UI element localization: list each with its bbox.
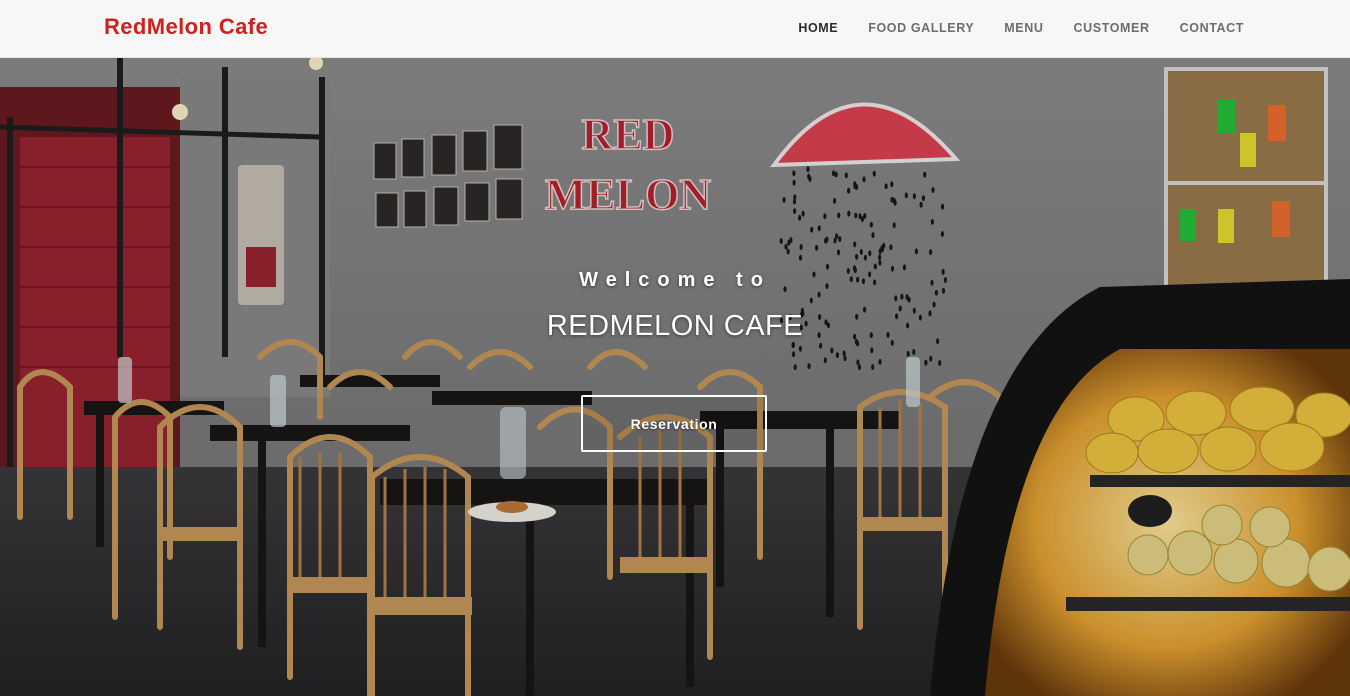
nav-item-home[interactable]: HOME [798,21,838,35]
nav-item-menu[interactable]: MENU [1004,21,1043,35]
nav-item-contact[interactable]: CONTACT [1180,21,1244,35]
top-navbar: RedMelon Cafe HOME FOOD GALLERY MENU CUS… [0,0,1350,58]
hero-section: RED MELON Welcome to REDMELON CAFE Reser… [0,57,1350,696]
reservation-button[interactable]: Reservation [581,395,767,452]
nav-item-customer[interactable]: CUSTOMER [1074,21,1150,35]
nav-item-food-gallery[interactable]: FOOD GALLERY [868,21,974,35]
hero-title: REDMELON CAFE [546,310,804,342]
nav-menu: HOME FOOD GALLERY MENU CUSTOMER CONTACT [798,21,1244,35]
brand-logo[interactable]: RedMelon Cafe [104,14,268,40]
hero-welcome-text: Welcome to [579,269,771,291]
hero-overlay [0,57,1350,696]
